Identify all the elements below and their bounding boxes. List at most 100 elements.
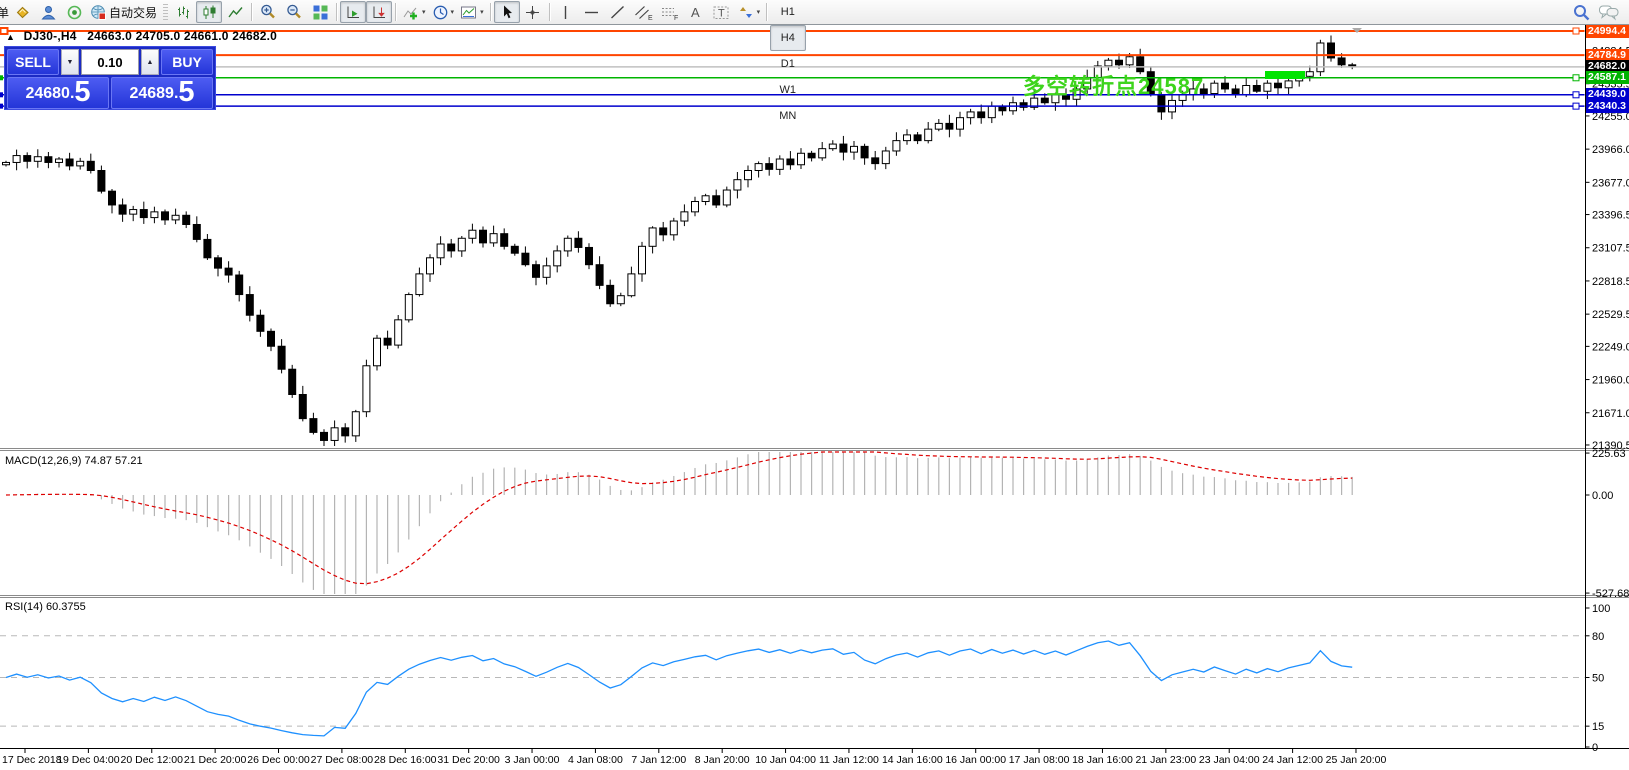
indicators-icon — [402, 4, 420, 21]
candle — [416, 274, 423, 295]
timeframe-MN[interactable]: MN — [770, 103, 805, 129]
timeframe-group: M1M5M15M30H1H4D1W1MN — [770, 0, 805, 129]
vertical-line-button[interactable] — [553, 1, 579, 23]
order-ticket-button[interactable] — [9, 1, 35, 23]
candle — [1232, 89, 1239, 95]
candle — [1275, 83, 1282, 88]
volume-input[interactable] — [81, 49, 139, 75]
candle — [692, 202, 699, 212]
candle — [77, 161, 84, 166]
candle — [119, 205, 126, 214]
candle — [776, 159, 783, 169]
timeframe-H1[interactable]: H1 — [770, 0, 805, 25]
candle — [723, 190, 730, 205]
timeframe-D1[interactable]: D1 — [770, 51, 805, 77]
candle — [893, 141, 900, 151]
sell-price-big-digit: 5 — [74, 78, 90, 107]
autotrading-button[interactable]: 自动交易 — [87, 1, 160, 23]
candle — [3, 162, 10, 164]
chat-button[interactable] — [1595, 1, 1623, 23]
buy-price-big-digit: 5 — [178, 78, 194, 107]
chart-canvas[interactable]: 24824.524535.524255.023966.023677.023396… — [0, 0, 1629, 770]
candle — [130, 210, 137, 215]
candle — [967, 112, 974, 118]
search-icon — [1572, 3, 1592, 22]
chat-icon — [1598, 3, 1620, 22]
chart-text-annotation[interactable]: 多空转折点24587 — [1023, 69, 1204, 101]
autotrading-label: 自动交易 — [109, 4, 157, 21]
candle — [808, 153, 815, 158]
profile-button[interactable] — [35, 1, 61, 23]
candle — [490, 234, 497, 243]
timeframe-H4[interactable]: H4 — [770, 25, 805, 51]
axis-tick-label: 22249.0 — [1592, 341, 1629, 353]
toolbar-separator — [549, 3, 550, 21]
candle — [533, 265, 540, 278]
zoom-in-button[interactable] — [255, 1, 281, 23]
candle — [925, 129, 932, 140]
tile-windows-button[interactable] — [307, 1, 333, 23]
fibonacci-icon: F — [660, 4, 679, 21]
periods-button[interactable]: ▾ — [429, 1, 458, 23]
time-axis-label: 23 Jan 04:00 — [1199, 754, 1260, 766]
time-axis-label: 7 Jan 12:00 — [631, 754, 686, 766]
fibonacci-button[interactable]: F — [657, 1, 683, 23]
new-order-button-label[interactable]: 单 — [0, 4, 9, 21]
line-chart-button[interactable] — [222, 1, 248, 23]
search-button[interactable] — [1569, 1, 1595, 23]
equidistant-channel-button[interactable]: E — [631, 1, 657, 23]
candle — [427, 258, 434, 274]
collapse-triangle-icon[interactable]: ▲ — [6, 32, 15, 42]
sell-button[interactable]: SELL — [7, 49, 59, 75]
candle — [45, 157, 52, 163]
candle — [87, 161, 94, 170]
bar-chart-button[interactable] — [170, 1, 196, 23]
candle — [405, 295, 412, 320]
buy-button[interactable]: BUY — [161, 49, 213, 75]
arrows-button[interactable]: ▾ — [735, 1, 764, 23]
order-ticket-icon — [14, 4, 31, 21]
candle — [321, 432, 328, 440]
vertical-line-icon — [559, 4, 572, 21]
time-axis-label: 3 Jan 00:00 — [505, 754, 560, 766]
indicators-button[interactable]: ▾ — [399, 1, 429, 23]
time-axis-label: 17 Dec 2018 — [2, 754, 62, 766]
candle — [246, 295, 253, 316]
candle — [183, 215, 190, 224]
candle — [469, 230, 476, 238]
candle — [851, 146, 858, 152]
candle — [352, 412, 359, 436]
horizontal-line-button[interactable] — [579, 1, 605, 23]
chart-shift-button[interactable] — [366, 1, 392, 23]
line-drag-handle[interactable] — [1573, 92, 1579, 98]
timeframe-W1[interactable]: W1 — [770, 77, 805, 103]
candle — [840, 144, 847, 152]
volume-increase-button[interactable]: ▲ — [141, 49, 159, 75]
trendline-button[interactable] — [605, 1, 631, 23]
volume-decrease-button[interactable]: ▼ — [61, 49, 79, 75]
auto-scroll-button[interactable] — [340, 1, 366, 23]
buy-price[interactable]: 24689.5 — [111, 77, 213, 109]
crosshair-button[interactable] — [520, 1, 546, 23]
candle — [978, 112, 985, 118]
candle — [299, 394, 306, 418]
line-drag-handle[interactable] — [1573, 103, 1579, 109]
signals-button[interactable] — [61, 1, 87, 23]
line-drag-handle[interactable] — [1573, 75, 1579, 81]
candle — [575, 238, 582, 247]
candle — [501, 234, 508, 247]
sell-price[interactable]: 24680.5 — [7, 77, 109, 109]
time-axis-label: 8 Jan 20:00 — [695, 754, 750, 766]
text-label-button[interactable]: T — [709, 1, 735, 23]
time-axis-label: 21 Jan 23:00 — [1135, 754, 1196, 766]
line-drag-handle[interactable] — [1573, 28, 1579, 34]
zoom-out-button[interactable] — [281, 1, 307, 23]
text-button[interactable]: A — [683, 1, 709, 23]
candle — [702, 196, 709, 202]
axis-tick-label: 50 — [1592, 673, 1604, 685]
cursor-button[interactable] — [494, 1, 520, 23]
rectangle-annotation[interactable] — [1265, 71, 1305, 79]
templates-button[interactable]: ▾ — [457, 1, 487, 23]
candle — [342, 428, 349, 436]
candlestick-chart-button[interactable] — [196, 1, 222, 23]
